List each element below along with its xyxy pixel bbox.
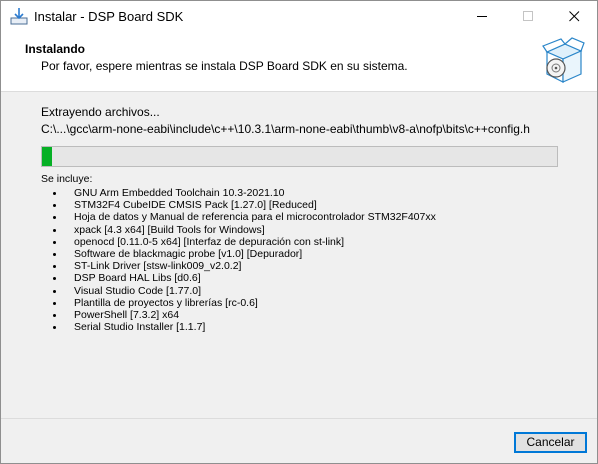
page-subtitle: Por favor, espere mientras se instala DS… <box>41 59 408 73</box>
list-item: Serial Studio Installer [1.1.7] <box>41 321 561 333</box>
install-box-icon <box>542 37 585 83</box>
list-item: Plantilla de proyectos y librerías [rc-0… <box>41 297 561 309</box>
cancel-button[interactable]: Cancelar <box>514 432 587 453</box>
list-item: Visual Studio Code [1.77.0] <box>41 285 561 297</box>
list-item: GNU Arm Embedded Toolchain 10.3-2021.10 <box>41 187 561 199</box>
window-title: Instalar - DSP Board SDK <box>34 9 184 24</box>
progress-bar <box>41 146 558 167</box>
progress-fill <box>42 147 52 166</box>
list-item: xpack [4.3 x64] [Build Tools for Windows… <box>41 224 561 236</box>
list-item: Hoja de datos y Manual de referencia par… <box>41 211 561 223</box>
footer-divider <box>1 418 597 419</box>
maximize-icon <box>523 11 533 21</box>
title-bar[interactable]: Instalar - DSP Board SDK <box>1 1 597 32</box>
installer-window: Instalar - DSP Board SDK Instalando Por … <box>0 0 598 464</box>
list-item: STM32F4 CubeIDE CMSIS Pack [1.27.0] [Red… <box>41 199 561 211</box>
included-components-list: Se incluye: GNU Arm Embedded Toolchain 1… <box>41 173 561 343</box>
list-item: PowerShell [7.3.2] x64 <box>41 309 561 321</box>
list-item: openocd [0.11.0-5 x64] [Interfaz de depu… <box>41 236 561 248</box>
minimize-icon <box>477 16 487 17</box>
list-item: DSP Board HAL Libs [d0.6] <box>41 272 561 284</box>
maximize-button[interactable] <box>505 1 551 32</box>
installer-icon <box>10 8 28 25</box>
header-panel: Instalando Por favor, espere mientras se… <box>1 32 597 92</box>
close-button[interactable] <box>551 1 597 32</box>
close-icon <box>569 11 580 22</box>
status-label: Extrayendo archivos... <box>41 105 160 119</box>
list-item: Software de blackmagic probe [v1.0] [Dep… <box>41 248 561 260</box>
list-item: ST-Link Driver [stsw-link009_v2.0.2] <box>41 260 561 272</box>
current-file-path: C:\...\gcc\arm-none-eabi\include\c++\10.… <box>41 122 530 136</box>
components-list: GNU Arm Embedded Toolchain 10.3-2021.10 … <box>41 187 561 333</box>
includes-heading: Se incluye: <box>41 173 93 185</box>
page-title: Instalando <box>25 42 86 56</box>
minimize-button[interactable] <box>459 1 505 32</box>
